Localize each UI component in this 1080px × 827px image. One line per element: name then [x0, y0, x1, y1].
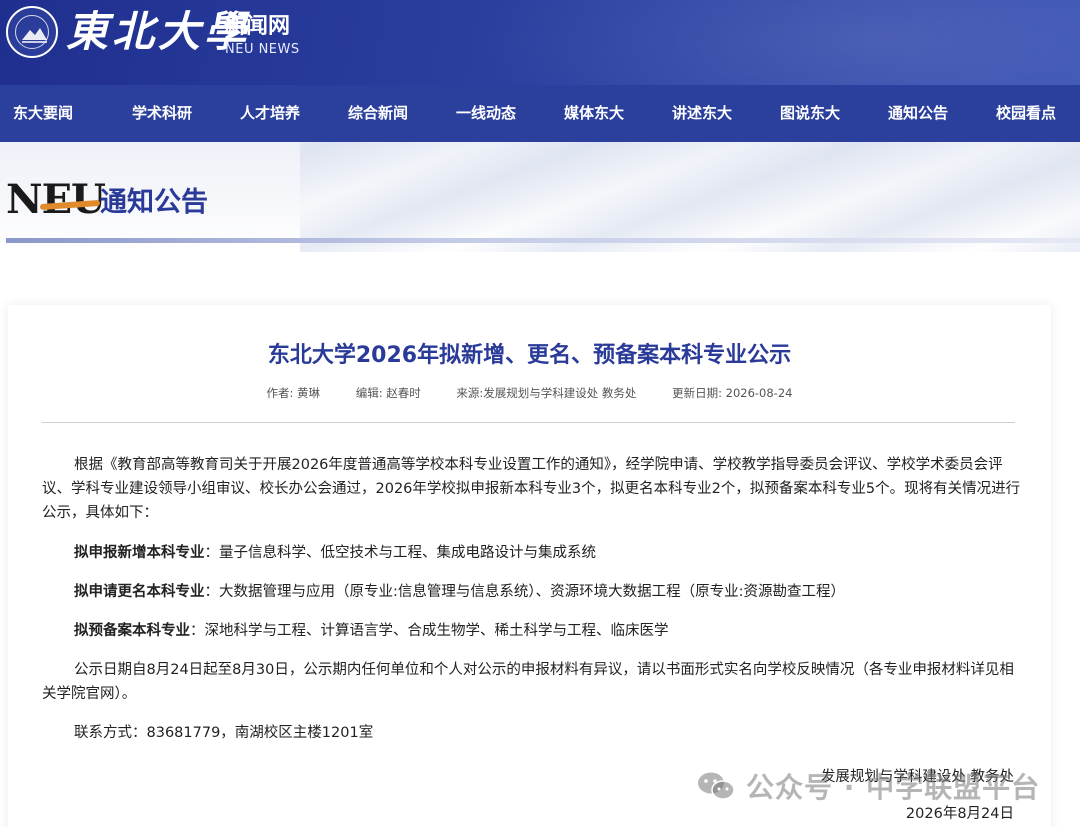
article-date: 更新日期: 2026-08-24 [672, 386, 793, 400]
nav-item-photos[interactable]: 图说东大 [756, 85, 864, 142]
nav-item-media[interactable]: 媒体东大 [540, 85, 648, 142]
nav-item-stories[interactable]: 讲述东大 [648, 85, 756, 142]
article-editor: 编辑: 赵春时 [355, 386, 421, 400]
new-majors-text: ：量子信息科学、低空技术与工程、集成电路设计与集成系统 [204, 545, 597, 561]
site-name: 新闻网 [224, 14, 291, 39]
site-subtitle: NEU NEWS [225, 42, 300, 57]
renamed-majors-text: ：大数据管理与应用（原专业:信息管理与信息系统）、资源环境大数据工程（原专业:资… [204, 584, 846, 600]
renamed-majors-paragraph: 拟申请更名本科专业：大数据管理与应用（原专业:信息管理与信息系统）、资源环境大数… [42, 580, 1022, 604]
site-header: 東北大學 新闻网 NEU NEWS [0, 0, 1080, 85]
wechat-icon [698, 772, 735, 800]
contact-paragraph: 联系方式：83681779，南湖校区主楼1201室 [74, 725, 374, 741]
prerecord-majors-label: 拟预备案本科专业 [74, 623, 190, 639]
article-author: 作者: 黄琳 [266, 386, 321, 400]
nav-item-frontline[interactable]: 一线动态 [432, 85, 540, 142]
nav-item-general[interactable]: 综合新闻 [324, 85, 432, 142]
new-majors-paragraph: 拟申报新增本科专业：量子信息科学、低空技术与工程、集成电路设计与集成系统 [42, 541, 1022, 565]
new-majors-label: 拟申报新增本科专业 [74, 545, 205, 561]
university-seal-logo[interactable] [6, 6, 58, 58]
nav-item-education[interactable]: 人才培养 [216, 85, 324, 142]
watermark: 公众号 · 中学联盟平台 [696, 768, 1040, 804]
renamed-majors-label: 拟申请更名本科专业 [74, 584, 205, 600]
section-banner: NEU 通知公告 [0, 142, 1080, 252]
nav-item-research[interactable]: 学术科研 [108, 85, 216, 142]
neu-mark-text: NEU [6, 176, 106, 223]
banner-divider [6, 238, 1080, 243]
article-card: 东北大学2026年拟新增、更名、预备案本科专业公示 作者: 黄琳 编辑: 赵春时… [8, 305, 1051, 827]
main-nav: 东大要闻 学术科研 人才培养 综合新闻 一线动态 媒体东大 讲述东大 图说东大 … [0, 85, 1080, 142]
article-title: 东北大学2026年拟新增、更名、预备案本科专业公示 [267, 343, 792, 368]
prerecord-majors-paragraph: 拟预备案本科专业：深地科学与工程、计算语言学、合成生物学、稀土科学与工程、临床医… [42, 619, 1022, 643]
section-title: 通知公告 [100, 187, 208, 218]
prerecord-majors-text: ：深地科学与工程、计算语言学、合成生物学、稀土科学与工程、临床医学 [190, 623, 669, 639]
nav-item-campus[interactable]: 校园看点 [972, 85, 1080, 142]
watermark-text: 公众号 · 中学联盟平台 [746, 771, 1041, 804]
intro-paragraph: 根据《教育部高等教育司关于开展2026年度普通高等学校本科专业设置工作的通知》，… [42, 457, 1021, 521]
publicity-period-paragraph: 公示日期自8月24日起至8月30日，公示期内任何单位和个人对公示的申报材料有异议… [42, 662, 1014, 702]
meta-divider [42, 422, 1015, 423]
neu-logo-mark: NEU [6, 176, 106, 223]
article-meta: 作者: 黄琳 编辑: 赵春时 来源:发展规划与学科建设处 教务处 更新日期: 2… [8, 385, 1051, 401]
article-source: 来源:发展规划与学科建设处 教务处 [456, 386, 637, 400]
university-name-logo[interactable]: 東北大學 [66, 4, 250, 60]
nav-item-notices[interactable]: 通知公告 [864, 85, 972, 142]
nav-item-news[interactable]: 东大要闻 [0, 85, 108, 142]
